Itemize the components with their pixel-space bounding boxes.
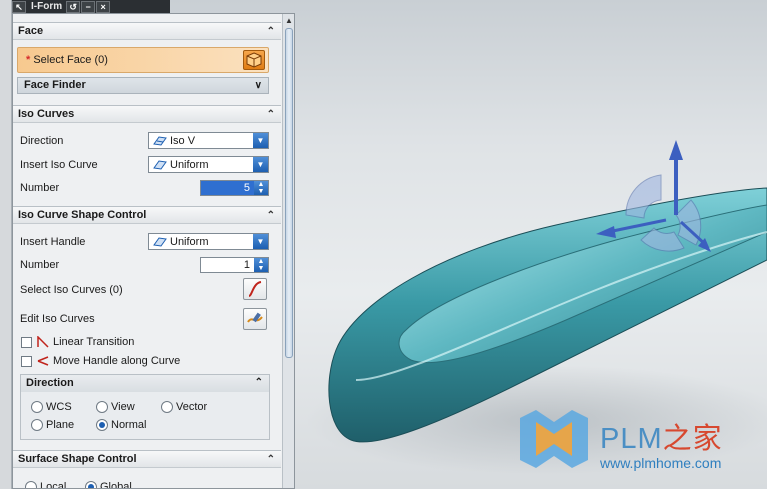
radio-normal[interactable] <box>96 419 108 431</box>
insert-handle-combo[interactable]: Uniform ▼ <box>148 233 269 250</box>
insert-handle-value: Uniform <box>170 235 209 248</box>
minimize-icon[interactable]: − <box>81 0 96 13</box>
dialog-scrollbar[interactable]: ▲ <box>282 14 294 488</box>
plm-logo-icon <box>520 410 588 468</box>
select-face-field[interactable]: * Select Face (0) <box>17 47 269 73</box>
iso-number-label: Number <box>20 182 60 194</box>
direction-subgroup-header[interactable]: Direction ⌃ <box>21 375 269 392</box>
radio-global[interactable] <box>85 481 97 488</box>
radio-local[interactable] <box>25 481 37 488</box>
radio-normal-label: Normal <box>111 419 147 431</box>
reset-icon[interactable]: ↺ <box>66 0 81 13</box>
iso-number-spinner[interactable]: 5 ▲ ▼ <box>200 180 269 196</box>
scroll-thumb[interactable] <box>285 28 293 358</box>
linear-transition-icon <box>37 336 49 348</box>
linear-transition-checkbox[interactable] <box>21 337 32 348</box>
dropdown-arrow-icon[interactable]: ▼ <box>253 133 268 148</box>
linear-transition-label: Linear Transition <box>53 336 135 348</box>
surface-shape-title: Surface Shape Control <box>18 453 137 465</box>
watermark-url: www.plmhome.com <box>600 455 722 471</box>
radio-plane[interactable] <box>31 419 43 431</box>
face-finder-section[interactable]: Face Finder ∨ <box>17 77 269 94</box>
handle-number-value: 1 <box>243 259 250 271</box>
insert-handle-label: Insert Handle <box>20 236 86 248</box>
insert-iso-curve-combo[interactable]: Uniform ▼ <box>148 156 269 173</box>
move-handle-checkbox[interactable] <box>21 356 32 367</box>
direction-subgroup: Direction ⌃ WCS View Vector Plane Normal <box>20 374 270 440</box>
insert-iso-curve-value: Uniform <box>170 158 209 171</box>
handle-number-spinner[interactable]: 1 ▲ ▼ <box>200 257 269 273</box>
radio-local-label: Local <box>40 481 67 489</box>
iso-v-icon <box>153 135 167 146</box>
iso-curves-title: Iso Curves <box>18 108 75 120</box>
move-handle-label: Move Handle along Curve <box>53 355 181 367</box>
dialog-titlebar: ↖ I-Form ↺ − × <box>12 0 170 13</box>
collapse-icon: ⌃ <box>266 109 275 120</box>
radio-plane-label: Plane <box>46 419 75 431</box>
collapse-icon: ⌃ <box>266 26 275 37</box>
spinner-arrows-icon[interactable]: ▲ ▼ <box>254 181 268 195</box>
face-group-title: Face <box>18 25 44 37</box>
direction-subgroup-title: Direction <box>26 377 74 389</box>
parent-window-strip <box>0 0 12 489</box>
edit-curves-icon[interactable] <box>243 308 267 330</box>
curve-select-icon[interactable] <box>243 278 267 300</box>
scroll-up-icon[interactable]: ▲ <box>284 16 294 26</box>
required-star-icon: * <box>26 54 31 66</box>
radio-wcs[interactable] <box>31 401 43 413</box>
surface-shape-group-header[interactable]: Surface Shape Control ⌃ <box>13 450 281 468</box>
watermark-brand-text: PLM <box>600 423 663 455</box>
move-handle-icon <box>37 356 49 366</box>
collapse-icon: ⌃ <box>266 210 275 221</box>
select-face-label: Select Face (0) <box>33 54 108 66</box>
edit-iso-curves-label: Edit Iso Curves <box>20 313 95 325</box>
radio-view[interactable] <box>96 401 108 413</box>
shape-control-title: Iso Curve Shape Control <box>18 209 147 221</box>
radio-wcs-label: WCS <box>46 401 72 413</box>
uniform-icon <box>153 159 167 170</box>
select-iso-curves-label: Select Iso Curves (0) <box>20 284 123 296</box>
uniform-icon <box>153 236 167 247</box>
dialog-title: I-Form <box>31 1 63 12</box>
handle-number-label: Number <box>20 259 60 271</box>
radio-vector-label: Vector <box>176 401 208 413</box>
rotate-handle-icon[interactable] <box>596 140 711 252</box>
iform-dialog: Face ⌃ * Select Face (0) Face Finder ∨ I… <box>12 13 295 489</box>
radio-global-label: Global <box>100 481 132 489</box>
spinner-arrows-icon[interactable]: ▲ ▼ <box>254 258 268 272</box>
collapse-icon: ⌃ <box>254 377 263 388</box>
face-group-header[interactable]: Face ⌃ <box>13 22 281 40</box>
collapse-icon: ⌃ <box>266 454 275 465</box>
shape-control-group-header[interactable]: Iso Curve Shape Control ⌃ <box>13 206 281 224</box>
iso-curves-group-header[interactable]: Iso Curves ⌃ <box>13 105 281 123</box>
iso-number-value: 5 <box>243 182 250 194</box>
direction-combo[interactable]: Iso V ▼ <box>148 132 269 149</box>
dropdown-arrow-icon[interactable]: ▼ <box>253 157 268 172</box>
face-cube-icon[interactable] <box>243 50 265 70</box>
pointer-icon[interactable]: ↖ <box>12 0 26 13</box>
expand-icon: ∨ <box>254 80 262 91</box>
dropdown-arrow-icon[interactable]: ▼ <box>253 234 268 249</box>
radio-view-label: View <box>111 401 135 413</box>
radio-vector[interactable] <box>161 401 173 413</box>
close-icon[interactable]: × <box>96 0 111 13</box>
direction-label: Direction <box>20 135 64 147</box>
face-finder-label: Face Finder <box>24 79 86 91</box>
watermark-brand: PLM之家 <box>600 415 723 457</box>
watermark-cn-text: 之家 <box>662 423 723 455</box>
direction-value: Iso V <box>170 134 196 147</box>
insert-iso-curve-label: Insert Iso Curve <box>20 159 98 171</box>
